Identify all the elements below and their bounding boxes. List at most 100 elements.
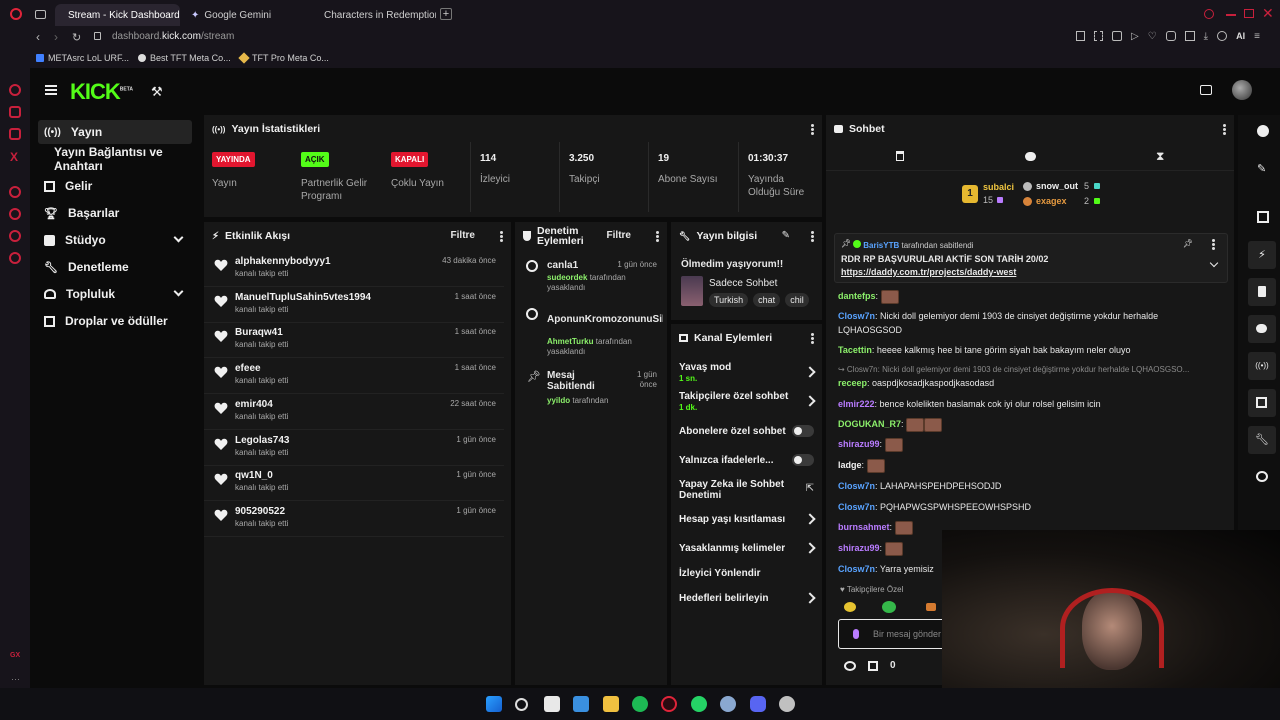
- chevron-down-icon[interactable]: [1209, 258, 1219, 268]
- aria-icon[interactable]: [9, 84, 21, 96]
- play-icon[interactable]: ▷: [1131, 31, 1139, 42]
- pinned-link[interactable]: https://daddy.com.tr/projects/daddy-west: [841, 267, 1016, 277]
- store-icon[interactable]: [868, 660, 878, 671]
- kebab-menu-icon[interactable]: [500, 231, 503, 242]
- kebab-menu-icon[interactable]: [1212, 239, 1215, 250]
- extensions-icon[interactable]: [1165, 31, 1176, 41]
- pinned-user[interactable]: BarisYTB: [863, 241, 899, 250]
- host-viewers-row[interactable]: İzleyici Yönlendir: [679, 568, 819, 579]
- opera-logo-icon[interactable]: [10, 8, 22, 20]
- moderator-name[interactable]: yyildo: [547, 396, 570, 405]
- snapshot-icon[interactable]: [1094, 31, 1103, 41]
- leader-name[interactable]: subalci: [983, 182, 1014, 192]
- emote-icon[interactable]: [882, 601, 896, 613]
- chat-username[interactable]: burnsahmet: [838, 522, 890, 532]
- edit-icon[interactable]: ✎: [782, 230, 790, 241]
- category-name[interactable]: Sadece Sohbet: [709, 278, 777, 289]
- nav-item-community[interactable]: Topluluk: [38, 282, 192, 306]
- tools-button[interactable]: 🔧︎: [1248, 426, 1276, 454]
- follower-name[interactable]: Legolas743: [235, 435, 289, 446]
- nav-item-studio[interactable]: Stüdyo: [38, 228, 192, 252]
- hamburger-menu-icon[interactable]: [45, 85, 57, 95]
- kebab-menu-icon[interactable]: [811, 231, 814, 242]
- bookmark-tft-pro[interactable]: TFT Pro Meta Co...: [238, 52, 329, 64]
- steam-icon[interactable]: [779, 696, 795, 712]
- spotify-icon[interactable]: [632, 696, 648, 712]
- kick-logo[interactable]: KICKBETA: [70, 79, 133, 105]
- follower-name[interactable]: ManuelTupluSahin5vtes1994: [235, 292, 371, 303]
- player-icon[interactable]: [9, 186, 21, 198]
- chat-username[interactable]: shirazu99: [838, 543, 880, 553]
- url-field[interactable]: dashboard.kick.com/stream: [112, 31, 234, 42]
- kebab-menu-icon[interactable]: [811, 124, 814, 135]
- chat-username[interactable]: elmir222: [838, 399, 875, 409]
- view-stream-icon[interactable]: [1200, 85, 1212, 95]
- emotes-only-toggle[interactable]: [792, 454, 814, 466]
- tab-characters-redemption[interactable]: Characters in Redemption: [311, 4, 436, 26]
- store-icon[interactable]: [544, 696, 560, 712]
- back-icon[interactable]: ‹: [36, 30, 40, 44]
- nav-item-stream-key[interactable]: Yayın Bağlantısı ve Anahtarı: [38, 145, 208, 173]
- tab-kick-dashboard[interactable]: Stream - Kick Dashboard: [55, 4, 180, 26]
- browser-menu-icon[interactable]: ≡: [1254, 31, 1260, 42]
- search-icon[interactable]: [515, 698, 528, 711]
- tab-google-gemini[interactable]: ✦ Google Gemini: [183, 4, 308, 26]
- mail-icon[interactable]: [573, 696, 589, 712]
- hourglass-icon[interactable]: ⧗: [1156, 149, 1164, 164]
- settings-icon[interactable]: [9, 252, 21, 264]
- avatar[interactable]: [1232, 80, 1252, 100]
- chat-username[interactable]: dantefps: [838, 291, 876, 301]
- filter-button[interactable]: Filtre: [451, 230, 475, 241]
- followers-only-row[interactable]: Takipçilere özel sohbet 1 dk.: [679, 391, 819, 413]
- broadcast-button[interactable]: ((•)): [1248, 352, 1276, 380]
- pinboard-icon[interactable]: [9, 230, 21, 242]
- forward-icon[interactable]: ›: [54, 30, 58, 44]
- x-twitter-icon[interactable]: X: [10, 150, 18, 164]
- close-window-icon[interactable]: ✕: [1262, 5, 1274, 22]
- file-explorer-icon[interactable]: [603, 696, 619, 712]
- opera-gx-icon[interactable]: [661, 696, 677, 712]
- moderator-name[interactable]: sudeordek: [547, 273, 587, 282]
- vpn-icon[interactable]: [1217, 31, 1228, 41]
- notes-button[interactable]: [1248, 278, 1276, 306]
- reply-user[interactable]: ↪ Closw7n: [838, 365, 878, 374]
- pencil-icon[interactable]: ✎: [1257, 162, 1266, 175]
- layout-button[interactable]: [1248, 389, 1276, 417]
- chat-username[interactable]: Tacettin: [838, 345, 872, 355]
- chat-username[interactable]: shirazu99: [838, 439, 880, 449]
- slow-mode-row[interactable]: Yavaş mod 1 sn.: [679, 362, 819, 384]
- chat-username[interactable]: Closw7n: [838, 311, 875, 321]
- camera-icon[interactable]: [1112, 31, 1122, 41]
- external-link-icon[interactable]: ⇱: [806, 483, 814, 494]
- nav-item-revenue[interactable]: Gelir: [38, 174, 192, 198]
- nav-item-moderation[interactable]: 🔧︎ Denetleme: [38, 255, 192, 279]
- filter-button[interactable]: Filtre: [607, 230, 631, 241]
- chat-username[interactable]: receep: [838, 378, 867, 388]
- history-icon[interactable]: [9, 208, 21, 220]
- chat-username[interactable]: Closw7n: [838, 481, 875, 491]
- microphone-icon[interactable]: [853, 629, 859, 639]
- search-tabs-icon[interactable]: [1204, 9, 1214, 19]
- follower-name[interactable]: alphakennybodyyy1: [235, 256, 331, 267]
- emote-icon[interactable]: [844, 602, 856, 612]
- community-icon[interactable]: [1256, 471, 1268, 482]
- kebab-menu-icon[interactable]: [1223, 124, 1226, 135]
- maximize-icon[interactable]: [1244, 9, 1254, 18]
- creator-tools-icon[interactable]: ⚒: [151, 84, 163, 100]
- ai-moderation-row[interactable]: Yapay Zeka ile Sohbet Denetimi: [679, 479, 789, 501]
- chat-username[interactable]: DOGUKAN_R7: [838, 419, 901, 429]
- wallet-icon[interactable]: [1184, 31, 1195, 41]
- discord-icon[interactable]: [750, 696, 766, 712]
- minimize-icon[interactable]: [1226, 14, 1236, 16]
- new-tab-button[interactable]: +: [440, 8, 452, 20]
- follower-name[interactable]: 905290522: [235, 506, 285, 517]
- follower-name[interactable]: Buraqw41: [235, 327, 283, 338]
- tag[interactable]: chat: [753, 293, 781, 307]
- kebab-menu-icon[interactable]: [811, 333, 814, 344]
- instagram-icon[interactable]: [9, 128, 21, 140]
- unpin-icon[interactable]: 📌︎: [1183, 239, 1193, 248]
- emote-icon[interactable]: [926, 603, 936, 611]
- follower-name[interactable]: efeee: [235, 363, 261, 374]
- chat-username[interactable]: Closw7n: [838, 564, 875, 574]
- follower-name[interactable]: emir404: [235, 399, 273, 410]
